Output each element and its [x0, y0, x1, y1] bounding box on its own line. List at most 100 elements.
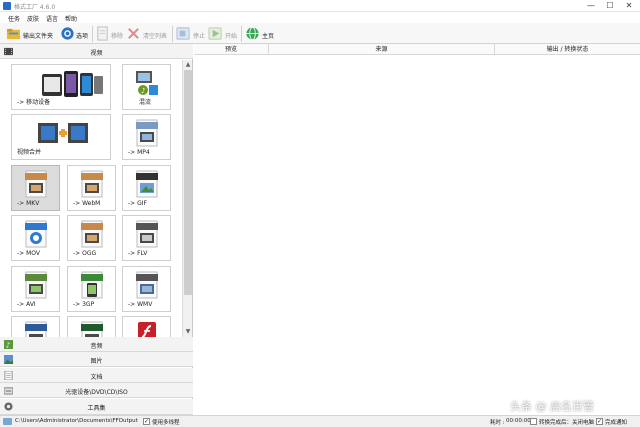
menu-item-help[interactable]: 帮助 — [65, 14, 77, 23]
tile-label: -> MP4 — [128, 149, 150, 156]
folder-icon — [6, 28, 21, 40]
tile-3gp[interactable]: -> 3GP — [67, 266, 116, 312]
scroll-up-icon[interactable]: ▲ — [184, 61, 192, 69]
category-panel: 视频 -> 移动设备 ♪ 混流 视频合并 -> MP4 -> MKV -> We… — [0, 44, 193, 415]
tile-grid-scrollbar[interactable]: ▲ ▼ — [182, 60, 192, 337]
shutdown-after-checkbox[interactable] — [530, 418, 537, 425]
tile-mov[interactable]: -> MOV — [11, 215, 60, 261]
column-output-status[interactable]: 输出 / 转换状态 — [495, 44, 640, 55]
stop-button[interactable]: 停止 — [176, 25, 206, 42]
tile-mux[interactable]: ♪ 混流 — [122, 64, 171, 110]
mux-icon: ♪ — [136, 71, 158, 95]
clear-list-button[interactable]: 清空列表 — [126, 25, 170, 42]
task-list-panel: 预览 来源 输出 / 转换状态 — [194, 44, 640, 415]
remove-button[interactable]: 移除 — [95, 25, 123, 42]
webm-file-icon — [81, 170, 103, 198]
tile-mpeg[interactable] — [11, 316, 60, 337]
tile-vob[interactable] — [67, 316, 116, 337]
flv-file-icon — [136, 220, 158, 248]
close-button[interactable]: ✕ — [622, 0, 636, 12]
start-button[interactable]: 开始 — [208, 25, 238, 42]
mp4-file-icon — [136, 119, 158, 147]
home-button[interactable]: 主页 — [245, 25, 277, 42]
tile-label: -> FLV — [128, 250, 148, 257]
3gp-file-icon — [81, 271, 103, 299]
task-table-header: 预览 来源 输出 / 转换状态 — [194, 44, 640, 55]
start-icon — [208, 27, 222, 40]
tile-mobile-device[interactable]: -> 移动设备 — [11, 64, 111, 110]
minimize-button[interactable]: — — [584, 0, 598, 12]
toolbar-separator — [172, 26, 173, 42]
category-video[interactable]: 视频 — [0, 44, 193, 59]
stop-icon — [176, 27, 190, 40]
shutdown-after-label: 转换完成后：关闭电脑 — [539, 420, 595, 426]
tile-avi[interactable]: -> AVI — [11, 266, 60, 312]
clear-list-icon — [128, 28, 139, 39]
tile-flv[interactable]: -> FLV — [122, 215, 171, 261]
scrollbar-thumb[interactable] — [184, 70, 192, 295]
category-image-label: 图片 — [90, 358, 103, 365]
tile-label: -> AVI — [17, 301, 36, 308]
tile-label: -> 移动设备 — [17, 99, 51, 106]
category-video-label: 视频 — [90, 50, 103, 57]
home-label: 主页 — [262, 33, 275, 40]
clear-list-label: 清空列表 — [143, 33, 168, 40]
output-folder-button[interactable]: 输出文件夹 — [6, 25, 58, 42]
tile-label: -> 3GP — [73, 301, 95, 308]
mkv-file-icon — [25, 170, 47, 198]
menu-bar: 任务 皮肤 语言 帮助 — [0, 12, 640, 23]
notify-label: 完成通知 — [605, 420, 628, 426]
mov-file-icon — [25, 220, 47, 248]
tile-label: 混流 — [139, 99, 152, 106]
column-preview[interactable]: 预览 — [194, 44, 269, 55]
tile-ogg[interactable]: -> OGG — [67, 215, 116, 261]
options-label: 选项 — [76, 33, 89, 40]
category-image[interactable]: 图片 — [0, 352, 193, 367]
menu-item-language[interactable]: 语言 — [46, 14, 58, 23]
category-audio[interactable]: ♪ 音频 — [0, 337, 193, 352]
tile-label: -> GIF — [128, 200, 147, 207]
tile-label: -> MOV — [17, 250, 40, 257]
category-tools[interactable]: 工具集 — [0, 399, 193, 415]
tile-label: -> WebM — [73, 200, 101, 207]
tile-gif[interactable]: -> GIF — [122, 165, 171, 211]
menu-item-tasks[interactable]: 任务 — [8, 14, 20, 23]
category-document-label: 文档 — [90, 374, 103, 381]
column-source[interactable]: 来源 — [269, 44, 495, 55]
mobile-device-icon — [42, 71, 103, 97]
ogg-file-icon — [81, 220, 103, 248]
maximize-button[interactable]: ☐ — [603, 0, 617, 12]
scroll-down-icon[interactable]: ▼ — [184, 328, 192, 336]
avi-file-icon — [25, 271, 47, 299]
elapsed-label: 耗时 : — [490, 420, 505, 426]
tile-webm[interactable]: -> WebM — [67, 165, 116, 211]
category-audio-label: 音频 — [90, 343, 103, 350]
watermark-text: 头条 @ 启名百管 — [510, 400, 594, 413]
tile-wmv[interactable]: -> WMV — [122, 266, 171, 312]
tile-label: -> MKV — [17, 200, 40, 207]
multithread-checkbox[interactable]: ✓ — [143, 418, 150, 425]
video-join-icon — [38, 123, 88, 143]
elapsed-time: 00:00:00 — [506, 418, 531, 424]
category-rom-label: 光驱设备\DVD\CD\ISO — [65, 389, 128, 396]
notify-checkbox[interactable]: ✓ — [596, 418, 603, 425]
tile-mkv[interactable]: -> MKV — [11, 165, 60, 211]
toolbar: 输出文件夹 选项 移除 清空列表 停止 开始 主页 — [0, 23, 640, 44]
tile-mp4[interactable]: -> MP4 — [122, 114, 171, 160]
remove-label: 移除 — [111, 33, 124, 40]
tile-swf[interactable] — [122, 316, 171, 337]
output-path[interactable]: C:\Users\Administrator\Documents\FFOutpu… — [15, 418, 138, 424]
toolbar-separator — [92, 26, 93, 42]
output-folder-label: 输出文件夹 — [23, 33, 54, 40]
tile-label: 视频合并 — [17, 149, 42, 156]
category-document[interactable]: 文档 — [0, 368, 193, 383]
tile-video-join[interactable]: 视频合并 — [11, 114, 111, 160]
menu-item-skin[interactable]: 皮肤 — [27, 14, 39, 23]
gif-file-icon — [136, 170, 158, 198]
tile-label: -> OGG — [73, 250, 97, 257]
output-folder-icon[interactable] — [3, 418, 12, 425]
options-button[interactable]: 选项 — [60, 25, 90, 42]
vob-file-icon — [81, 321, 103, 337]
format-tile-grid: -> 移动设备 ♪ 混流 视频合并 -> MP4 -> MKV -> WebM … — [0, 60, 182, 337]
category-rom-device[interactable]: 光驱设备\DVD\CD\ISO — [0, 383, 193, 398]
